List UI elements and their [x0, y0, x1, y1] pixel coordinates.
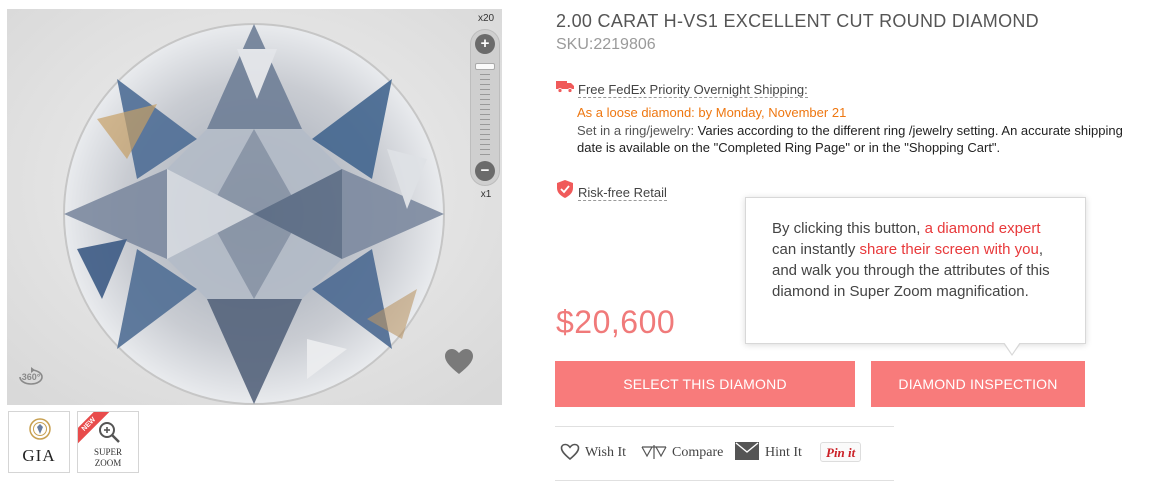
- truck-icon: [556, 81, 574, 93]
- zoom-out-button[interactable]: −: [475, 161, 495, 181]
- diamond-image-viewer[interactable]: x20 + − x1 360°: [7, 9, 502, 405]
- shield-check-icon: [557, 180, 573, 198]
- product-title: 2.00 CARAT H-VS1 EXCELLENT CUT ROUND DIA…: [556, 11, 1039, 31]
- zoom-slider-ticks: [480, 74, 490, 156]
- thumbnail-gia-certificate[interactable]: GIA: [8, 411, 70, 473]
- ring-setting-delivery: Set in a ring/jewelry: Varies according …: [577, 122, 1147, 156]
- pinterest-button[interactable]: Pin it: [820, 442, 862, 462]
- gia-label: GIA: [22, 446, 56, 465]
- wish-it-label: Wish It: [585, 445, 627, 460]
- hint-it-label: Hint It: [765, 445, 802, 460]
- heart-icon[interactable]: [443, 347, 475, 377]
- tooltip-text-1: By clicking this button,: [772, 220, 925, 237]
- risk-free-retail-link[interactable]: Risk-free Retail: [578, 185, 667, 201]
- inspection-tooltip: By clicking this button, a diamond exper…: [745, 197, 1086, 344]
- select-diamond-button[interactable]: SELECT THIS DIAMOND: [555, 361, 855, 407]
- product-sku: SKU:2219806: [556, 36, 656, 53]
- zoom-slider[interactable]: + −: [470, 29, 500, 186]
- loose-diamond-delivery: As a loose diamond: by Monday, November …: [577, 105, 847, 120]
- actions-divider-bottom: [555, 480, 894, 481]
- 360-label: 360°: [22, 372, 41, 382]
- diamond-image: [7, 9, 502, 405]
- diamond-inspection-button[interactable]: DIAMOND INSPECTION: [871, 361, 1085, 407]
- ring-setting-label: Set in a ring/jewelry:: [577, 123, 695, 138]
- shipping-info-link[interactable]: Free FedEx Priority Overnight Shipping:: [578, 82, 808, 98]
- zoom-in-button[interactable]: +: [475, 34, 495, 54]
- pinterest-label: Pin it: [826, 445, 856, 460]
- compare-icon: [641, 445, 667, 459]
- magnifier-plus-icon: [99, 422, 120, 443]
- super-zoom-label-line1: SUPER: [93, 447, 122, 457]
- super-zoom-label: SUPER ZOOM: [78, 447, 138, 469]
- thumbnail-super-zoom[interactable]: NEW SUPER ZOOM: [77, 411, 139, 473]
- product-price: $20,600: [556, 304, 676, 340]
- tooltip-highlight-2: share their screen with you: [859, 241, 1039, 258]
- super-zoom-label-line2: ZOOM: [94, 458, 122, 468]
- zoom-max-label: x20: [477, 13, 495, 24]
- gia-seal-icon: [29, 418, 51, 440]
- heart-outline-icon: [560, 443, 580, 461]
- compare-label: Compare: [672, 445, 724, 460]
- envelope-icon: [735, 442, 759, 460]
- tooltip-highlight-1: a diamond expert: [924, 220, 1041, 237]
- tooltip-arrow-inner: [1004, 342, 1020, 354]
- actions-divider-top: [555, 426, 894, 427]
- zoom-slider-handle[interactable]: [475, 63, 495, 70]
- 360-icon[interactable]: 360°: [16, 359, 46, 389]
- zoom-min-label: x1: [480, 189, 492, 200]
- tooltip-text-2: can instantly: [772, 241, 860, 258]
